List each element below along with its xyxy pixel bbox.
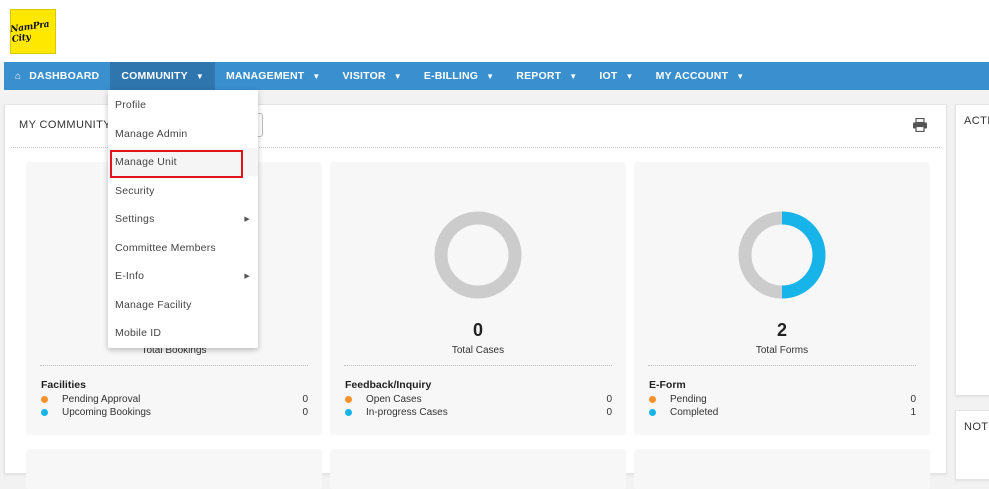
menu-item-security[interactable]: Security xyxy=(108,177,258,205)
card-placeholder xyxy=(26,449,322,489)
home-icon: ⌂ xyxy=(15,70,22,82)
menu-item-manage-facility[interactable]: Manage Facility xyxy=(108,291,258,319)
stat-label: Completed xyxy=(670,407,719,418)
stat-value: 1 xyxy=(910,407,916,418)
menu-item-profile[interactable]: Profile xyxy=(108,91,258,119)
stat-row: Completed 1 xyxy=(649,406,916,419)
nav-visitor[interactable]: VISITOR ▼ xyxy=(332,62,413,90)
nav-dashboard[interactable]: ⌂ DASHBOARD xyxy=(4,62,110,90)
card-placeholder xyxy=(330,449,626,489)
nav-label: VISITOR xyxy=(342,70,386,82)
stat-label: In-progress Cases xyxy=(366,407,448,418)
section-title: E-Form xyxy=(649,379,686,391)
nav-label: REPORT xyxy=(516,70,562,82)
brand-logo[interactable]: NamPra City xyxy=(10,9,56,54)
stat-row: Pending 0 xyxy=(649,393,916,406)
eform-card: 2 Total Forms E-Form Pending 0 Completed 1 xyxy=(634,162,930,435)
panel-title: NOTI xyxy=(964,421,989,433)
menu-item-e-info[interactable]: E-Info ▶ xyxy=(108,262,258,290)
stat-label: Open Cases xyxy=(366,394,422,405)
stat-label: Upcoming Bookings xyxy=(62,407,151,418)
nav-community[interactable]: COMMUNITY ▼ xyxy=(110,62,215,90)
menu-item-committee-members[interactable]: Committee Members xyxy=(108,234,258,262)
caret-down-icon: ▼ xyxy=(736,71,745,81)
orange-dot-icon xyxy=(41,396,48,403)
nav-report[interactable]: REPORT ▼ xyxy=(505,62,588,90)
section-title: Feedback/Inquiry xyxy=(345,379,432,391)
menu-label: Manage Unit xyxy=(115,156,177,168)
stat-value: 0 xyxy=(606,407,612,418)
nav-label: IOT xyxy=(599,70,618,82)
divider xyxy=(40,365,308,366)
stat-row: Open Cases 0 xyxy=(345,393,612,406)
menu-item-mobile-id[interactable]: Mobile ID xyxy=(108,319,258,347)
notice-panel: NOTI xyxy=(955,410,989,480)
caret-down-icon: ▼ xyxy=(393,71,402,81)
menu-label: Manage Admin xyxy=(115,128,188,140)
nav-label: E-BILLING xyxy=(423,70,479,82)
print-icon[interactable] xyxy=(912,118,928,132)
nav-my-account[interactable]: MY ACCOUNT ▼ xyxy=(645,62,756,90)
cyan-dot-icon xyxy=(345,409,352,416)
menu-label: Mobile ID xyxy=(115,327,162,339)
menu-label: Committee Members xyxy=(115,242,216,254)
stat-value: 0 xyxy=(606,394,612,405)
nav-label: COMMUNITY xyxy=(121,70,188,82)
menu-label: E-Info xyxy=(115,270,145,282)
orange-dot-icon xyxy=(649,396,656,403)
caret-down-icon: ▼ xyxy=(486,71,495,81)
total-label: Total Cases xyxy=(451,345,505,356)
activity-panel: ACTI xyxy=(955,104,989,396)
stat-row: In-progress Cases 0 xyxy=(345,406,612,419)
card-placeholder xyxy=(634,449,930,489)
caret-down-icon: ▼ xyxy=(195,71,204,81)
menu-item-manage-admin[interactable]: Manage Admin xyxy=(108,120,258,148)
menu-item-manage-unit[interactable]: Manage Unit xyxy=(108,148,258,176)
community-dropdown-menu: Profile Manage Admin Manage Unit Securit… xyxy=(108,90,258,348)
stat-row: Upcoming Bookings 0 xyxy=(41,406,308,419)
nav-label: MANAGEMENT xyxy=(225,70,305,82)
stat-label: Pending Approval xyxy=(62,394,141,405)
feedback-card: 0 Total Cases Feedback/Inquiry Open Case… xyxy=(330,162,626,435)
caret-right-icon: ▶ xyxy=(244,273,250,280)
cyan-dot-icon xyxy=(41,409,48,416)
forms-donut xyxy=(738,211,826,299)
total-number: 2 xyxy=(776,320,787,340)
menu-label: Security xyxy=(115,185,155,197)
nav-iot[interactable]: IOT ▼ xyxy=(588,62,644,90)
menu-label: Profile xyxy=(115,99,147,111)
top-bar: NamPra City xyxy=(0,0,989,62)
nav-label: MY ACCOUNT xyxy=(655,70,729,82)
cases-donut xyxy=(434,211,522,299)
stat-value: 0 xyxy=(910,394,916,405)
menu-label: Settings xyxy=(115,213,155,225)
stat-row: Pending Approval 0 xyxy=(41,393,308,406)
cyan-dot-icon xyxy=(649,409,656,416)
orange-dot-icon xyxy=(345,396,352,403)
caret-down-icon: ▼ xyxy=(312,71,321,81)
stat-label: Pending xyxy=(670,394,707,405)
divider xyxy=(344,365,612,366)
caret-down-icon: ▼ xyxy=(625,71,634,81)
caret-right-icon: ▶ xyxy=(244,216,250,223)
logo-text: NamPra City xyxy=(9,19,50,45)
main-nav: ⌂ DASHBOARD COMMUNITY ▼ MANAGEMENT ▼ VISITO… xyxy=(4,62,989,90)
total-label: Total Forms xyxy=(755,345,809,356)
panel-title: MY COMMUNITY xyxy=(19,119,111,131)
menu-item-settings[interactable]: Settings ▶ xyxy=(108,205,258,233)
total-number: 0 xyxy=(472,320,483,340)
nav-label: DASHBOARD xyxy=(29,70,100,82)
completed-arc xyxy=(781,211,826,299)
divider xyxy=(648,365,916,366)
stat-value: 0 xyxy=(302,394,308,405)
menu-label: Manage Facility xyxy=(115,299,192,311)
section-title: Facilities xyxy=(41,379,86,391)
nav-e-billing[interactable]: E-BILLING ▼ xyxy=(413,62,505,90)
panel-title: ACTI xyxy=(964,115,989,127)
stat-value: 0 xyxy=(302,407,308,418)
nav-management[interactable]: MANAGEMENT ▼ xyxy=(215,62,332,90)
caret-down-icon: ▼ xyxy=(569,71,578,81)
